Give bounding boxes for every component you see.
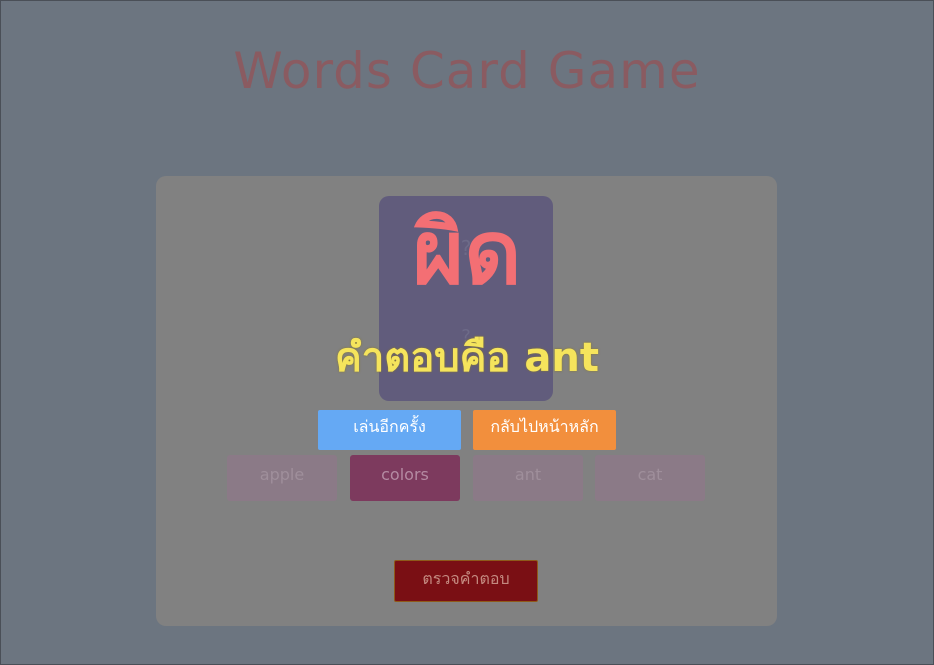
choice-button-apple[interactable]: apple <box>227 455 337 501</box>
check-answer-button[interactable]: ตรวจคำตอบ <box>394 560 538 602</box>
page-title: Words Card Game <box>233 42 701 100</box>
choice-button-ant[interactable]: ant <box>473 455 583 501</box>
correct-answer-text: คำตอบคือ ant <box>335 335 599 381</box>
result-status: ผิด <box>412 201 522 304</box>
back-home-button[interactable]: กลับไปหน้าหลัก <box>473 410 616 450</box>
play-again-button[interactable]: เล่นอีกครั้ง <box>318 410 461 450</box>
choice-button-colors[interactable]: colors <box>350 455 460 501</box>
choice-button-cat[interactable]: cat <box>595 455 705 501</box>
